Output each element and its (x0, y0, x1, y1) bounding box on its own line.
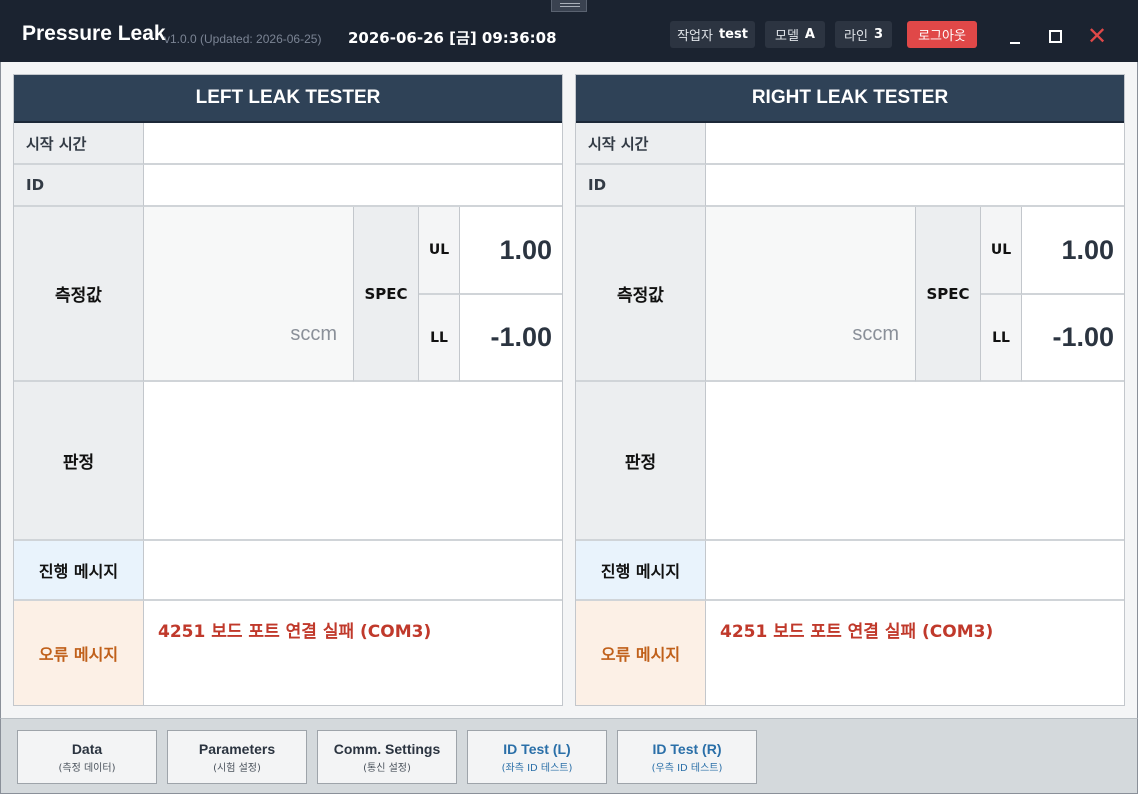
line-value: 3 (873, 27, 883, 42)
parameters-button-sublabel: (시험 설정) (213, 762, 261, 774)
left-measure-value: sccm (144, 207, 354, 382)
left-id-label: ID (14, 165, 144, 207)
worker-label: 작업자 (677, 29, 713, 44)
maximize-icon (1048, 29, 1062, 43)
right-measure-unit: sccm (852, 323, 899, 345)
left-measure-label: 측정값 (14, 207, 144, 382)
line-badge: 라인 3 (835, 21, 892, 48)
left-judge-value (144, 382, 562, 541)
app-title: Pressure Leak (22, 22, 166, 45)
id-test-right-button-sublabel: (우측 ID 테스트) (651, 762, 723, 774)
minimize-button[interactable] (1004, 24, 1026, 48)
comm-settings-button-sublabel: (통신 설정) (363, 762, 411, 774)
parameters-button[interactable]: Parameters (시험 설정) (167, 730, 307, 784)
right-ul-label: UL (981, 207, 1022, 295)
right-error-label: 오류 메시지 (576, 601, 706, 705)
left-ul-value: 1.00 (460, 207, 562, 295)
right-error-message: 4251 보드 포트 연결 실패 (COM3) (720, 622, 994, 642)
right-measure-label: 측정값 (576, 207, 706, 382)
id-test-right-button[interactable]: ID Test (R) (우측 ID 테스트) (617, 730, 757, 784)
id-test-left-button-sublabel: (좌측 ID 테스트) (501, 762, 573, 774)
maximize-button[interactable] (1044, 24, 1066, 48)
line-label: 라인 (844, 29, 868, 44)
left-tester-panel: LEFT LEAK TESTER 시작 시간 ID 측정값 sccm SPEC … (13, 74, 563, 706)
left-id-value (144, 165, 562, 207)
right-measure-value: sccm (706, 207, 916, 382)
right-ul-value: 1.00 (1022, 207, 1124, 295)
left-error-message: 4251 보드 포트 연결 실패 (COM3) (158, 622, 432, 642)
left-judge-label: 판정 (14, 382, 144, 541)
left-start-time-value (144, 123, 562, 165)
current-datetime: 2026-06-26 [금] 09:36:08 (348, 29, 557, 47)
id-test-left-button[interactable]: ID Test (L) (좌측 ID 테스트) (467, 730, 607, 784)
data-button-sublabel: (측정 데이터) (58, 762, 116, 774)
left-ll-value: -1.00 (460, 295, 562, 382)
left-spec-label: SPEC (354, 207, 419, 382)
left-progress-value (144, 541, 562, 601)
bottom-toolbar: Data (측정 데이터) Parameters (시험 설정) Comm. S… (0, 718, 1138, 794)
data-button[interactable]: Data (측정 데이터) (17, 730, 157, 784)
window-drag-handle[interactable] (551, 0, 587, 12)
parameters-button-label: Parameters (198, 740, 276, 757)
comm-settings-button[interactable]: Comm. Settings (통신 설정) (317, 730, 457, 784)
right-judge-value (706, 382, 1124, 541)
model-label: 모델 (775, 29, 799, 44)
right-tester-panel: RIGHT LEAK TESTER 시작 시간 ID 측정값 sccm SPEC… (575, 74, 1125, 706)
close-button[interactable]: ✕ (1086, 24, 1108, 48)
right-id-value (706, 165, 1124, 207)
right-spec-label: SPEC (916, 207, 981, 382)
left-error-label: 오류 메시지 (14, 601, 144, 705)
left-ul-label: UL (419, 207, 460, 295)
right-start-time-value (706, 123, 1124, 165)
right-judge-label: 판정 (576, 382, 706, 541)
id-test-left-button-label: ID Test (L) (503, 740, 571, 757)
worker-badge: 작업자 test (670, 21, 755, 48)
left-error-box: 4251 보드 포트 연결 실패 (COM3) (144, 601, 562, 705)
right-panel-title: RIGHT LEAK TESTER (576, 75, 1124, 123)
right-ll-label: LL (981, 295, 1022, 382)
worker-value: test (718, 27, 748, 42)
model-badge: 모델 A (765, 21, 825, 48)
app-version: v1.0.0 (Updated: 2026-06-25) (164, 32, 322, 46)
right-ll-value: -1.00 (1022, 295, 1124, 382)
left-progress-label: 진행 메시지 (14, 541, 144, 601)
main-area: LEFT LEAK TESTER 시작 시간 ID 측정값 sccm SPEC … (0, 62, 1138, 718)
close-icon: ✕ (1086, 22, 1108, 50)
comm-settings-button-label: Comm. Settings (333, 740, 441, 757)
id-test-right-button-label: ID Test (R) (652, 740, 722, 757)
right-progress-value (706, 541, 1124, 601)
model-value: A (804, 27, 815, 42)
left-measure-unit: sccm (290, 323, 337, 345)
logout-button[interactable]: 로그아웃 (907, 21, 977, 48)
minimize-icon (1010, 42, 1020, 44)
left-ll-label: LL (419, 295, 460, 382)
left-panel-title: LEFT LEAK TESTER (14, 75, 562, 123)
right-id-label: ID (576, 165, 706, 207)
right-progress-label: 진행 메시지 (576, 541, 706, 601)
data-button-label: Data (71, 740, 103, 757)
right-start-time-label: 시작 시간 (576, 123, 706, 165)
left-start-time-label: 시작 시간 (14, 123, 144, 165)
right-error-box: 4251 보드 포트 연결 실패 (COM3) (706, 601, 1124, 705)
title-bar: Pressure Leak v1.0.0 (Updated: 2026-06-2… (0, 0, 1138, 62)
